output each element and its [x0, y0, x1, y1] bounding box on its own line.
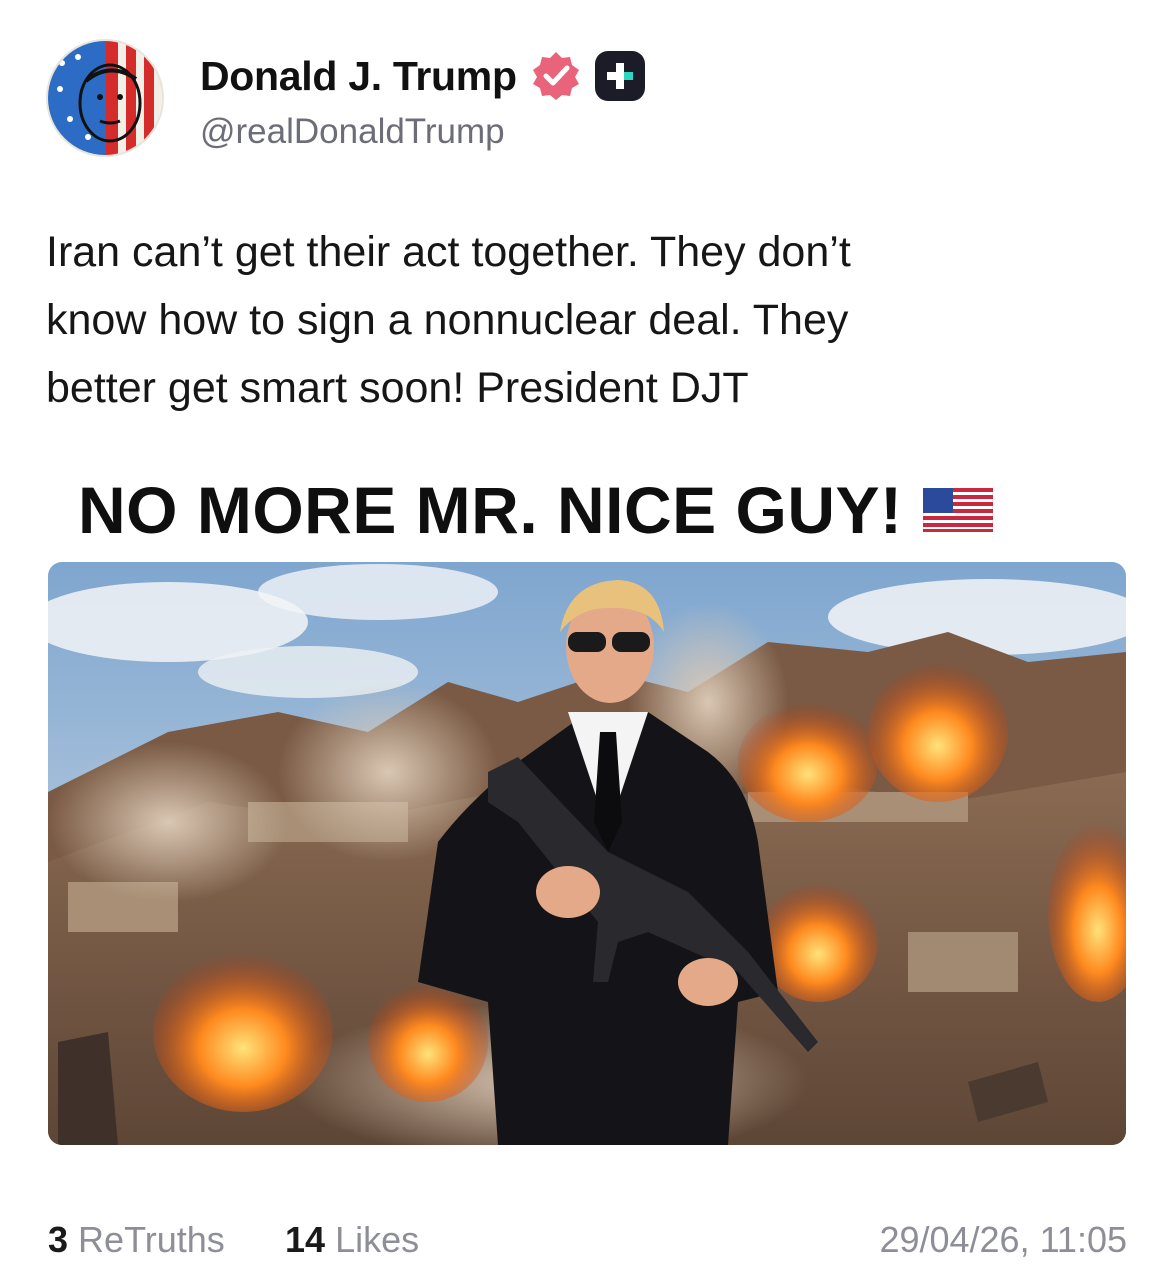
- truth-social-plus-icon: [594, 51, 645, 101]
- retruths-label: ReTruths: [78, 1219, 225, 1260]
- author-name-row: Donald J. Trump: [200, 50, 645, 102]
- headline-text: NO MORE MR. NICE GUY!: [78, 473, 903, 547]
- post-text: Iran can’t get their act together. They …: [46, 228, 851, 412]
- author-avatar[interactable]: [46, 39, 164, 157]
- likes-count: 14: [285, 1219, 326, 1260]
- us-flag-emoji: [922, 488, 993, 532]
- verified-badge-icon: [532, 52, 579, 100]
- author-display-name[interactable]: Donald J. Trump: [200, 53, 517, 100]
- post-stats: 3 ReTruths 14 Likes 29/04/26, 11:05: [0, 1215, 1175, 1265]
- retruths-stat[interactable]: 3 ReTruths: [48, 1219, 225, 1261]
- battle-scene-image[interactable]: [48, 562, 1126, 1145]
- media-headline: NO MORE MR. NICE GUY!: [78, 470, 993, 550]
- likes-stat[interactable]: 14 Likes: [285, 1219, 419, 1261]
- retruths-count: 3: [48, 1219, 69, 1260]
- flag-portrait-avatar: [48, 41, 162, 155]
- likes-label: Likes: [335, 1219, 420, 1260]
- author-handle[interactable]: @realDonaldTrump: [200, 112, 505, 152]
- post-timestamp[interactable]: 29/04/26, 11:05: [879, 1219, 1127, 1261]
